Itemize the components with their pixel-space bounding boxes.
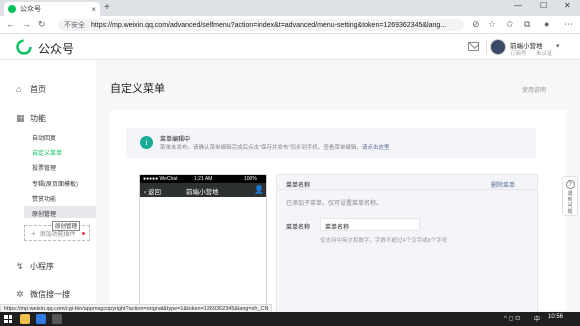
brand-title[interactable]: 公众号 — [38, 40, 74, 57]
ime-indicator[interactable]: 中 — [534, 314, 540, 323]
menu-name-label: 菜单名称 — [286, 225, 311, 231]
home-icon: ⌂ — [16, 84, 22, 94]
close-window-button[interactable]: ✕ — [564, 1, 571, 10]
address-bar[interactable]: 不安全 https://mp.weixin.qq.com/advanced/se… — [58, 19, 464, 31]
functions-icon: ▦ — [16, 113, 25, 123]
url-text: https://mp.weixin.qq.com/advanced/selfme… — [91, 21, 447, 29]
delete-menu-link[interactable]: 删除菜单 — [491, 180, 515, 189]
sidebar-miniprogram-label: 小程序 — [30, 262, 54, 271]
info-icon: i — [140, 136, 153, 149]
menu-name-tip: 仅支持中英文和数字，字数不超过4个汉字或8个字母 — [320, 238, 448, 244]
account-status: 未认证 — [536, 51, 553, 57]
more-menu-icon[interactable]: ⋯ — [564, 19, 573, 30]
chevron-down-icon[interactable]: ▾ — [556, 42, 560, 50]
phone-title: 前端小营地 — [186, 189, 219, 196]
sidebar-section-functions[interactable]: ▦ 功能 — [16, 113, 46, 124]
sidebar-item-album[interactable]: 专辑(原页面模板) — [32, 179, 78, 188]
help-float-button[interactable]: ? 遇到问题 — [562, 176, 578, 216]
page-title: 自定义菜单 — [110, 83, 165, 95]
tooltip: 原创管理 — [52, 221, 81, 231]
wechat-mp-logo-icon[interactable] — [16, 39, 32, 55]
sidebar-item-search[interactable]: ✲ 微信搜一搜 — [16, 289, 70, 300]
notification-dot — [82, 232, 85, 235]
sidebar-item-custom-menu[interactable]: 自定义菜单 — [32, 148, 62, 157]
taskbar: ^ ◻ ⊡ 中 10:56 — [0, 312, 580, 326]
forward-arrow-icon[interactable]: → — [22, 19, 31, 29]
system-tray-icons[interactable]: ^ ◻ ⊡ — [504, 315, 520, 322]
menu-name-input[interactable]: 菜单名称 — [320, 218, 420, 231]
app-icon[interactable] — [52, 314, 62, 324]
windows-start-icon[interactable] — [4, 315, 12, 323]
phone-carrier: ●●●●● WeChat — [143, 176, 178, 182]
sidebar-home-label: 首页 — [30, 85, 46, 94]
phone-header: ‹ 返回 前端小营地 👤 — [140, 183, 266, 197]
file-explorer-icon[interactable] — [20, 314, 30, 324]
sidebar-item-auto-reply[interactable]: 自动回复 — [32, 133, 56, 142]
tab-close-icon[interactable]: × — [91, 5, 96, 14]
sidebar-search-label: 微信搜一搜 — [30, 290, 70, 299]
clock[interactable]: 10:56 — [548, 314, 563, 320]
mail-icon[interactable] — [468, 42, 479, 51]
phone-battery: 100% — [244, 176, 257, 182]
phone-time: 1:21 AM — [194, 176, 213, 182]
editor-hint: 已添加子菜单，仅可设置菜单名称。 — [286, 201, 383, 207]
profile-icon[interactable]: ● — [544, 19, 549, 29]
back-arrow-icon[interactable]: ← — [6, 19, 15, 29]
question-icon: ? — [565, 180, 575, 189]
phone-status-bar: ●●●●● WeChat 1:21 AM 100% — [140, 175, 266, 183]
editor-heading: 菜单名称 — [286, 183, 311, 189]
site-header: 公众号 前端小营地 订阅号 未认证 ▾ — [0, 34, 580, 60]
minimize-button[interactable]: — — [514, 1, 522, 10]
sidebar-item-home[interactable]: ⌂ 首页 — [16, 84, 46, 95]
phone-back: ‹ 返回 — [144, 189, 161, 196]
notice-body: 菜单未发布。请确认菜单编辑完成后点击"保存并发布"同步到手机。查看菜单编辑， — [160, 145, 362, 151]
help-float-label: 遇到问题 — [567, 191, 573, 215]
tab-title: 公众号 — [20, 6, 41, 13]
usage-guide-link[interactable]: 使用说明 — [522, 85, 546, 94]
favorites-icon[interactable]: ✩ — [506, 19, 514, 30]
edge-browser-icon[interactable] — [36, 314, 46, 324]
sidebar-item-miniprogram[interactable]: ↯ 小程序 — [16, 261, 54, 272]
account-type: 订阅号 — [510, 51, 527, 57]
security-warning: 不安全 — [64, 22, 85, 29]
blocked-icon[interactable]: ⊘ — [472, 19, 480, 30]
search-icon: ✲ — [16, 289, 24, 299]
avatar[interactable] — [490, 39, 506, 55]
notice-text: 菜单未发布。请确认菜单编辑完成后点击"保存并发布"同步到手机。查看菜单编辑，请点… — [160, 143, 389, 151]
user-icon: 👤 — [254, 185, 264, 194]
sidebar-item-vote[interactable]: 投票管理 — [32, 163, 56, 172]
sidebar-functions-label: 功能 — [30, 114, 46, 123]
wechat-favicon-icon — [8, 5, 16, 13]
maximize-button[interactable]: ☐ — [540, 1, 547, 10]
browser-tab[interactable]: 公众号 × — [4, 2, 100, 16]
sidebar-item-reward[interactable]: 赞赏功能 — [32, 194, 56, 203]
browser-toolbar: ← → ↻ 不安全 https://mp.weixin.qq.com/advan… — [0, 16, 580, 34]
notice-link[interactable]: 请点击这里 — [362, 145, 390, 151]
new-tab-button[interactable]: + — [104, 2, 110, 13]
header-divider — [486, 40, 487, 54]
notice-title: 菜单编辑中 — [160, 137, 191, 143]
miniprogram-icon: ↯ — [16, 261, 24, 271]
sidebar-item-original[interactable]: 原创管理 — [32, 209, 56, 218]
menu-editor — [276, 174, 538, 314]
plus-icon: + — [31, 228, 36, 238]
collections-icon[interactable]: ⧉ — [524, 19, 530, 30]
reload-icon[interactable]: ↻ — [38, 19, 46, 30]
bookmark-star-icon[interactable]: ☆ — [488, 19, 496, 30]
browser-tabbar: 公众号 × + — ☐ ✕ — [0, 0, 580, 16]
